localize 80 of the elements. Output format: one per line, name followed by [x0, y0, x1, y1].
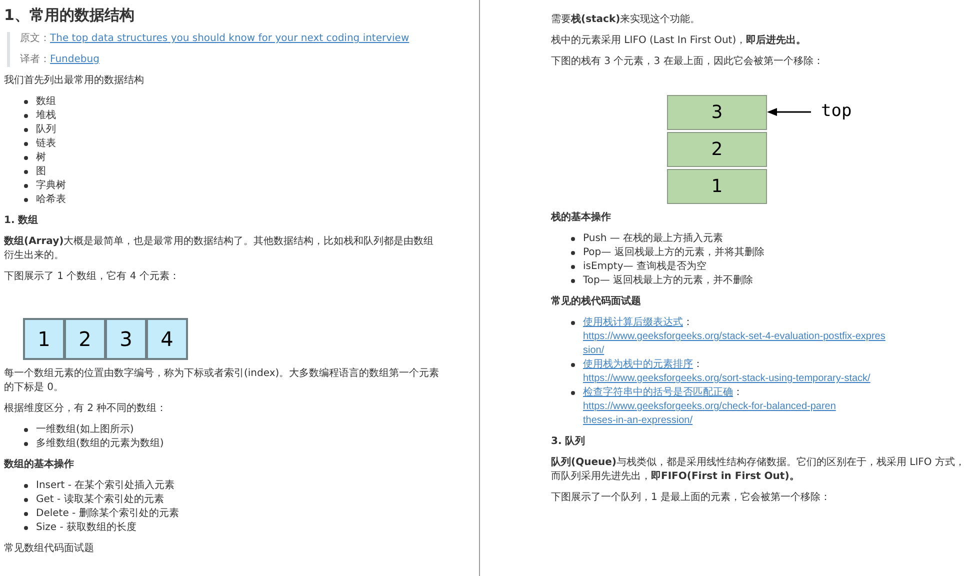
- bullet-icon: [24, 100, 28, 104]
- bullet-icon: [24, 128, 28, 132]
- bullet-icon: [24, 198, 28, 202]
- bullet-icon: [24, 114, 28, 118]
- list-item: Size - 获取数组的长度: [36, 521, 136, 535]
- paragraph: 队列(Queue)与栈类似，都是采用线性结构存储数据。它们的区别在于，栈采用 LIFO 方式，而队列采用先进先出，即FIFO(First in First Out)。: [551, 456, 966, 484]
- list-item: 哈希表: [36, 193, 66, 207]
- bullet-icon: [571, 279, 575, 283]
- list-item: Top— 返回栈最上方的元素，并不删除: [583, 274, 754, 288]
- question-link[interactable]: 检查字符串中的括号是否匹配正确: [583, 387, 733, 398]
- section-heading: 栈的基本操作: [551, 211, 612, 225]
- section-heading: 常见的栈代码面试题: [551, 295, 642, 309]
- page-title: 1、常用的数据结构: [4, 5, 136, 25]
- bullet-icon: [24, 142, 28, 146]
- bullet-icon: [571, 363, 575, 367]
- paragraph: 数组(Array)大概是最简单，也是最常用的数据结构了。其他数据结构，比如栈和队列都是由数组衍生出来的。: [4, 235, 435, 263]
- url-link[interactable]: sion/: [583, 345, 604, 356]
- list-item: 树: [36, 151, 46, 165]
- bullet-icon: [24, 498, 28, 502]
- paragraph: 我们首先列出最常用的数据结构: [4, 74, 145, 88]
- bullet-icon: [24, 428, 28, 432]
- colon-separator: ：: [693, 359, 703, 370]
- list-item: Delete - 删除某个索引处的元素: [36, 507, 179, 521]
- list-item: 一维数组(如上图所示): [36, 423, 134, 437]
- paragraph: 需要栈(stack)来实现这个功能。: [551, 13, 702, 27]
- paragraph: 每一个数组元素的位置由数字编号，称为下标或者索引(index)。大多数编程语言的数组第一个元素的下标是 0。: [4, 367, 440, 395]
- list-item: isEmpty— 查询栈是否为空: [583, 260, 706, 274]
- array-cell: 3: [105, 318, 147, 360]
- list-item: 数组: [36, 95, 56, 109]
- list-item: Get - 读取某个索引处的元素: [36, 493, 164, 507]
- paragraph: 常见数组代码面试题: [4, 542, 95, 556]
- section-heading: 1. 数组: [4, 214, 40, 228]
- bullet-icon: [24, 156, 28, 160]
- colon-separator: ：: [683, 317, 693, 328]
- array-cell: 1: [23, 318, 65, 360]
- quote-label: 译者：: [20, 54, 50, 65]
- list-item: Insert - 在某个索引处插入元素: [36, 479, 175, 493]
- list-item: Push — 在栈的最上方插入元素: [583, 232, 724, 246]
- list-item: Pop— 返回栈最上方的元素，并将其删除: [583, 246, 764, 260]
- url-link[interactable]: https://www.geeksforgeeks.org/check-for-balanced-paren: [583, 401, 836, 412]
- paragraph: 下图的栈有 3 个元素，3 在最上面，因此它会被第一个移除：: [551, 55, 824, 69]
- array-cell: 2: [64, 318, 106, 360]
- bullet-icon: [24, 484, 28, 488]
- pointer-label: top: [821, 101, 852, 121]
- url-link[interactable]: theses-in-an-expression/: [583, 415, 692, 426]
- url-link[interactable]: https://www.geeksforgeeks.org/sort-stack-using-temporary-stack/: [583, 373, 870, 384]
- bullet-icon: [571, 321, 575, 325]
- list-item: 队列: [36, 123, 56, 137]
- list-item: 链表: [36, 137, 56, 151]
- pointer-arrow: [767, 107, 811, 117]
- bullet-icon: [24, 184, 28, 188]
- paragraph: 下图展示了一个队列，1 是最上面的元素，它会被第一个移除：: [551, 491, 832, 505]
- stack-cell: 1: [667, 169, 767, 204]
- section-heading: 数组的基本操作: [4, 458, 75, 472]
- list-item: 图: [36, 165, 46, 179]
- list-item: 多维数组(数组的元素为数组): [36, 437, 164, 451]
- question-link[interactable]: 使用栈为栈中的元素排序: [583, 359, 693, 370]
- bullet-icon: [24, 526, 28, 530]
- stack-cell: 3: [667, 95, 767, 130]
- array-cell: 4: [146, 318, 188, 360]
- bullet-icon: [571, 391, 575, 395]
- bullet-icon: [24, 442, 28, 446]
- bullet-icon: [24, 170, 28, 174]
- source-link[interactable]: The top data structures you should know for your next coding interview: [50, 33, 410, 44]
- bullet-icon: [571, 265, 575, 269]
- bullet-icon: [571, 237, 575, 241]
- question-link[interactable]: 使用栈计算后缀表达式: [583, 317, 683, 328]
- bullet-icon: [571, 251, 575, 255]
- paragraph: 根据维度区分，有 2 种不同的数组：: [4, 402, 168, 416]
- paragraph: 下图展示了 1 个数组，它有 4 个元素：: [4, 270, 180, 284]
- section-heading: 3. 队列: [551, 435, 586, 449]
- bullet-icon: [24, 512, 28, 516]
- source-link[interactable]: Fundebug: [50, 54, 100, 65]
- quote-label: 原文：: [20, 33, 50, 44]
- list-item: 字典树: [36, 179, 66, 193]
- paragraph: 栈中的元素采用 LIFO (Last In First Out)，即后进先出。: [551, 34, 808, 48]
- colon-separator: ：: [733, 387, 743, 398]
- url-link[interactable]: https://www.geeksforgeeks.org/stack-set-4-evaluation-postfix-expres: [583, 331, 886, 342]
- stack-cell: 2: [667, 132, 767, 167]
- list-item: 堆栈: [36, 109, 56, 123]
